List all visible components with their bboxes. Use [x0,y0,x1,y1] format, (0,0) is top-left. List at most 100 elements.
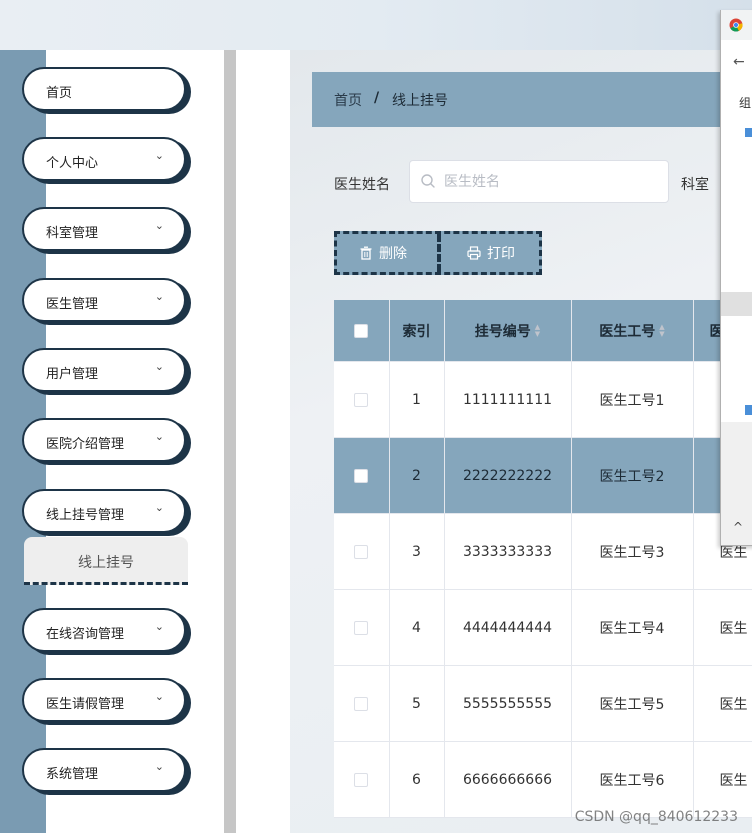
popup-divider [721,292,752,316]
popup-window[interactable]: ← 组 ^ [720,10,752,546]
row-select-cell[interactable] [334,361,390,438]
row-checkbox[interactable] [354,392,369,407]
row-checkbox[interactable] [354,696,369,711]
column-header-doctor-id[interactable]: 医生工号 ▲ ▼ [571,300,694,362]
table-row[interactable]: 1 1111111111 医生工号1 [334,361,752,438]
back-arrow-icon[interactable]: ← [733,54,745,70]
action-toolbar: 删除 打印 [334,231,542,275]
breadcrumb-separator: / [374,90,380,106]
row-checkbox[interactable] [354,544,369,559]
table-row[interactable]: 2 2222222222 医生工号2 [334,437,752,514]
sort-icon[interactable]: ▲ ▼ [659,323,664,338]
network-icon [745,405,752,415]
top-bar [0,0,752,50]
sidebar-item-personal-center[interactable]: 个人中心 ⌄ [22,137,186,181]
sidebar-item-doctor[interactable]: 医生管理 ⌄ [22,278,186,322]
sidebar-item-online-registration[interactable]: 线上挂号管理 ⌄ [22,489,186,533]
doctor-name-input[interactable] [442,169,656,195]
cell-index: 6 [389,741,445,818]
row-checkbox[interactable] [354,772,369,787]
cell-doctor-id: 医生工号4 [571,589,694,666]
sort-icon[interactable]: ▲ ▼ [535,323,540,338]
row-select-cell[interactable] [334,513,390,590]
chevron-up-icon[interactable]: ^ [733,520,743,534]
table-row[interactable]: 5 5555555555 医生工号5 医生 [334,665,752,742]
cell-doctor: 医生 [693,741,752,818]
table-row[interactable]: 3 3333333333 医生工号3 医生 [334,513,752,590]
row-select-cell[interactable] [334,741,390,818]
breadcrumb: 首页 / 线上挂号 [312,72,752,127]
department-label: 科室 [681,177,709,193]
chevron-down-icon: ⌄ [154,620,164,633]
registration-table: 索引 挂号编号 ▲ ▼ 医生工号 ▲ ▼ 医 1 1111111111 医生工号1 2 22… [334,300,752,818]
select-all-cell[interactable] [334,300,390,362]
sidebar-item-doctor-leave[interactable]: 医生请假管理 ⌄ [22,678,186,722]
cell-doctor: 医生 [693,589,752,666]
cell-index: 3 [389,513,445,590]
sidebar-item-hospital-intro[interactable]: 医院介绍管理 ⌄ [22,418,186,462]
search-icon [421,174,435,188]
cell-reg-no: 3333333333 [444,513,572,590]
cell-reg-no: 6666666666 [444,741,572,818]
column-header-index: 索引 [389,300,445,362]
cell-doctor-id: 医生工号5 [571,665,694,742]
row-checkbox[interactable] [354,620,369,635]
row-select-cell[interactable] [334,665,390,742]
table-row[interactable]: 4 4444444444 医生工号4 医生 [334,589,752,666]
sidebar-item-label: 首页 [46,86,73,101]
printer-icon [467,246,481,260]
doctor-name-search-box[interactable] [409,160,669,203]
chevron-down-icon: ⌄ [154,760,164,773]
sidebar-item-user[interactable]: 用户管理 ⌄ [22,348,186,392]
sidebar-item-label: 系统管理 [46,767,99,782]
cell-index: 4 [389,589,445,666]
popup-snippet: 组 [739,96,752,110]
sidebar-divider[interactable] [224,50,236,833]
chevron-down-icon: ⌄ [154,219,164,232]
delete-button[interactable]: 删除 [359,234,407,272]
trash-icon [360,246,372,260]
table-row[interactable]: 6 6666666666 医生工号6 医生 [334,741,752,818]
chevron-down-icon: ⌄ [154,360,164,373]
popup-titlebar[interactable] [721,10,752,40]
delete-button-label: 删除 [379,246,407,262]
cell-doctor-id: 医生工号6 [571,741,694,818]
chevron-down-icon: ⌄ [154,430,164,443]
chevron-down-icon: ⌄ [154,690,164,703]
sidebar-item-department[interactable]: 科室管理 ⌄ [22,207,186,251]
column-header-reg-no[interactable]: 挂号编号 ▲ ▼ [444,300,572,362]
select-all-checkbox[interactable] [354,323,369,338]
cell-doctor-id: 医生工号3 [571,513,694,590]
breadcrumb-home[interactable]: 首页 [334,90,362,110]
row-select-cell[interactable] [334,437,390,514]
print-button[interactable]: 打印 [467,234,515,272]
watermark: CSDN @qq_840612233 [574,809,738,825]
sidebar-item-label: 科室管理 [46,226,99,241]
print-button-label: 打印 [487,246,515,262]
table-header-row: 索引 挂号编号 ▲ ▼ 医生工号 ▲ ▼ 医 [334,300,752,362]
sidebar-item-label: 医院介绍管理 [46,437,125,452]
cell-doctor-id: 医生工号1 [571,361,694,438]
submenu-item-online-registration[interactable]: 线上挂号 [24,537,188,585]
sidebar-item-online-consult[interactable]: 在线咨询管理 ⌄ [22,608,186,652]
cell-reg-no: 2222222222 [444,437,572,514]
sidebar-item-label: 个人中心 [46,156,99,171]
cell-index: 5 [389,665,445,742]
chevron-down-icon: ⌄ [154,290,164,303]
cell-reg-no: 4444444444 [444,589,572,666]
sidebar-item-home[interactable]: 首页 [22,67,186,111]
toolbar-separator [437,234,441,272]
cell-doctor-id: 医生工号2 [571,437,694,514]
row-select-cell[interactable] [334,589,390,666]
sidebar-item-system[interactable]: 系统管理 ⌄ [22,748,186,792]
cell-reg-no: 1111111111 [444,361,572,438]
chrome-icon [729,18,743,32]
monitor-icon [745,128,752,137]
submenu-item-label: 线上挂号 [78,555,134,571]
content-gutter [236,50,290,833]
row-checkbox[interactable] [354,468,369,483]
chevron-down-icon: ⌄ [154,149,164,162]
sidebar-item-label: 线上挂号管理 [46,508,125,523]
cell-doctor: 医生 [693,665,752,742]
sidebar-item-label: 医生管理 [46,297,99,312]
